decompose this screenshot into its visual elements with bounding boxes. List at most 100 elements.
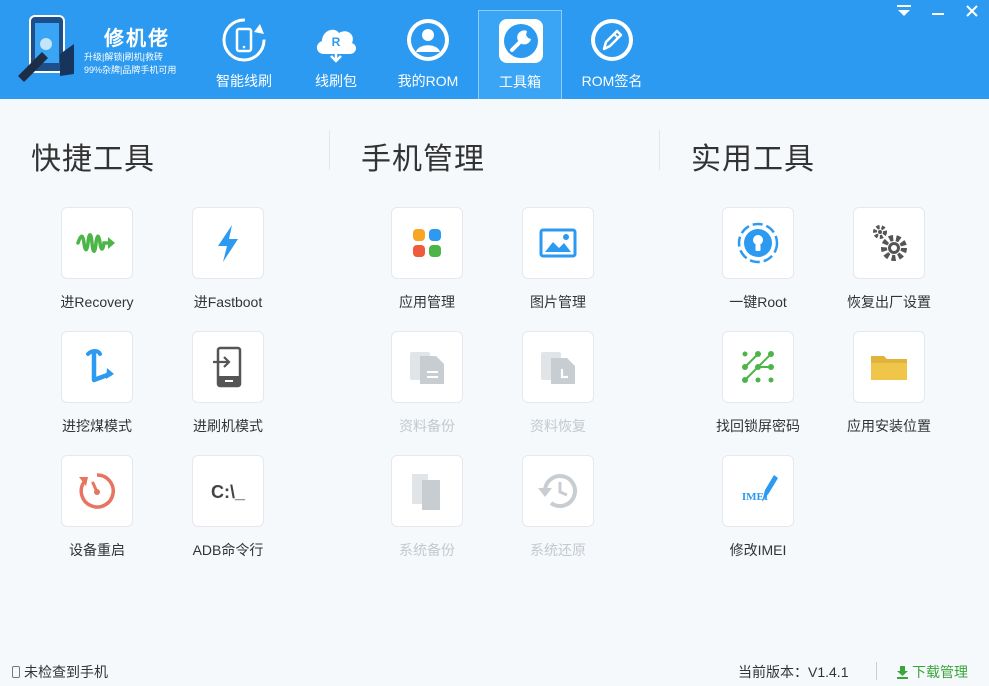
tool-icon-box — [391, 455, 463, 527]
tool-edl-mode[interactable]: 进挖煤模式 — [30, 331, 160, 441]
folder-icon — [871, 356, 907, 380]
section-title-quick: 快捷工具 — [31, 143, 155, 176]
status-divider — [876, 662, 877, 680]
pattern-lock-icon — [742, 351, 774, 383]
download-icon — [897, 666, 908, 679]
tool-icon-box — [853, 207, 925, 279]
tool-label: 应用管理 — [399, 294, 455, 310]
tool-unlock-pattern[interactable]: 找回锁屏密码 — [691, 331, 821, 441]
phone-enter-icon — [213, 346, 242, 388]
tool-label: 进Recovery — [60, 294, 134, 310]
nav-label: 我的ROM — [397, 73, 459, 89]
tool-icon-box — [522, 207, 594, 279]
tool-icon-box — [61, 331, 133, 403]
lightning-icon — [218, 225, 238, 262]
brand-tagline-2: 99%杂牌|品牌手机可用 — [84, 65, 177, 75]
image-icon — [539, 228, 577, 258]
cloud-download-icon: R — [316, 29, 357, 63]
pickaxe-icon — [86, 349, 114, 383]
tool-label: 设备重启 — [69, 542, 125, 558]
nav-toolbox[interactable]: 工具箱 — [478, 10, 562, 99]
tool-label: 进Fastboot — [193, 294, 263, 310]
tool-icon-box — [192, 331, 264, 403]
tool-adb[interactable]: C:\_ ADB命令行 — [161, 455, 291, 565]
tool-system-backup[interactable]: 系统备份 — [360, 455, 490, 565]
logo-icon — [18, 15, 74, 82]
tool-label: 找回锁屏密码 — [716, 418, 800, 434]
top-bar: 修机佬 升级|解锁|刷机|救砖 99%杂牌|品牌手机可用 智能线刷 R 线刷包 … — [0, 0, 989, 99]
section-divider — [659, 130, 660, 170]
nav-my-rom[interactable]: 我的ROM — [386, 10, 470, 99]
tool-label: 资料备份 — [399, 418, 455, 434]
section-title-phone: 手机管理 — [361, 143, 485, 176]
tool-system-restore[interactable]: 系统还原 — [491, 455, 621, 565]
tool-recovery[interactable]: 进Recovery — [30, 207, 160, 317]
tool-icon-box — [192, 207, 264, 279]
terminal-glyph: C:\_ — [211, 482, 246, 502]
device-status: 未检查到手机 — [12, 662, 108, 682]
device-status-text: 未检查到手机 — [24, 664, 108, 680]
nav-smart-flash[interactable]: 智能线刷 — [202, 10, 286, 99]
imei-edit-icon: IMEI — [742, 475, 778, 503]
tool-label: 修改IMEI — [729, 542, 787, 558]
download-manager-label: 下载管理 — [912, 664, 968, 680]
tool-install-location[interactable]: 应用安装位置 — [822, 331, 952, 441]
tool-fastboot[interactable]: 进Fastboot — [161, 207, 291, 317]
brand-tagline: 升级|解锁|刷机|救砖 — [84, 52, 164, 62]
section-divider — [329, 130, 330, 170]
phone-refresh-icon — [222, 18, 266, 62]
tool-data-backup[interactable]: 资料备份 — [360, 331, 490, 441]
tool-data-restore[interactable]: 资料恢复 — [491, 331, 621, 441]
tool-label: 应用安装位置 — [847, 418, 931, 434]
download-manager-button[interactable]: 下载管理 — [896, 662, 968, 682]
pen-icon — [591, 19, 633, 61]
tool-one-click-root[interactable]: 一键Root — [691, 207, 821, 317]
copy-icon — [412, 474, 440, 510]
tool-reboot[interactable]: 设备重启 — [30, 455, 160, 565]
tool-label: 系统还原 — [530, 542, 586, 558]
tool-label: 进挖煤模式 — [62, 418, 132, 434]
gears-icon — [873, 225, 907, 261]
tool-icon-box — [522, 331, 594, 403]
nav-rom-sign[interactable]: ROM签名 — [570, 10, 654, 99]
wrench-icon — [499, 19, 543, 63]
tool-icon-box — [853, 331, 925, 403]
nav-label: ROM签名 — [581, 73, 643, 89]
tool-icon-box — [391, 331, 463, 403]
tool-icon-box: C:\_ — [192, 455, 264, 527]
tool-flash-mode[interactable]: 进刷机模式 — [161, 331, 291, 441]
close-icon[interactable] — [962, 2, 982, 20]
tool-icon-box — [61, 455, 133, 527]
nav-label: 工具箱 — [499, 74, 541, 90]
section-title-utility: 实用工具 — [691, 143, 815, 176]
tool-label: ADB命令行 — [192, 542, 264, 558]
history-icon — [538, 474, 577, 508]
tool-app-manage[interactable]: 应用管理 — [360, 207, 490, 317]
tool-factory-reset[interactable]: 恢复出厂设置 — [822, 207, 952, 317]
user-icon — [407, 19, 449, 61]
nav-flash-package[interactable]: R 线刷包 — [294, 10, 378, 99]
apps-grid-icon — [413, 229, 441, 257]
tool-image-manage[interactable]: 图片管理 — [491, 207, 621, 317]
tool-label: 图片管理 — [530, 294, 586, 310]
tool-icon-box — [61, 207, 133, 279]
tool-icon-box — [391, 207, 463, 279]
brand-name: 修机佬 — [104, 28, 170, 50]
minimize-icon[interactable] — [928, 2, 948, 20]
tool-modify-imei[interactable]: IMEI 修改IMEI — [691, 455, 821, 565]
tool-label: 进刷机模式 — [193, 418, 263, 434]
document-backup-icon — [410, 352, 444, 384]
nav-label: 线刷包 — [315, 73, 357, 89]
tool-icon-box — [522, 455, 594, 527]
tool-label: 恢复出厂设置 — [847, 294, 931, 310]
tool-icon-box — [722, 331, 794, 403]
terminal-icon: C:\_ — [211, 482, 246, 502]
tool-label: 一键Root — [729, 294, 787, 310]
phone-icon — [12, 666, 20, 678]
nav-badge: R — [332, 35, 341, 49]
tool-label: 系统备份 — [399, 542, 455, 558]
tool-label: 资料恢复 — [530, 418, 586, 434]
dropdown-menu-icon[interactable] — [894, 2, 914, 20]
version-label: 当前版本：V1.4.1 — [738, 664, 849, 680]
nav-label: 智能线刷 — [216, 73, 272, 89]
